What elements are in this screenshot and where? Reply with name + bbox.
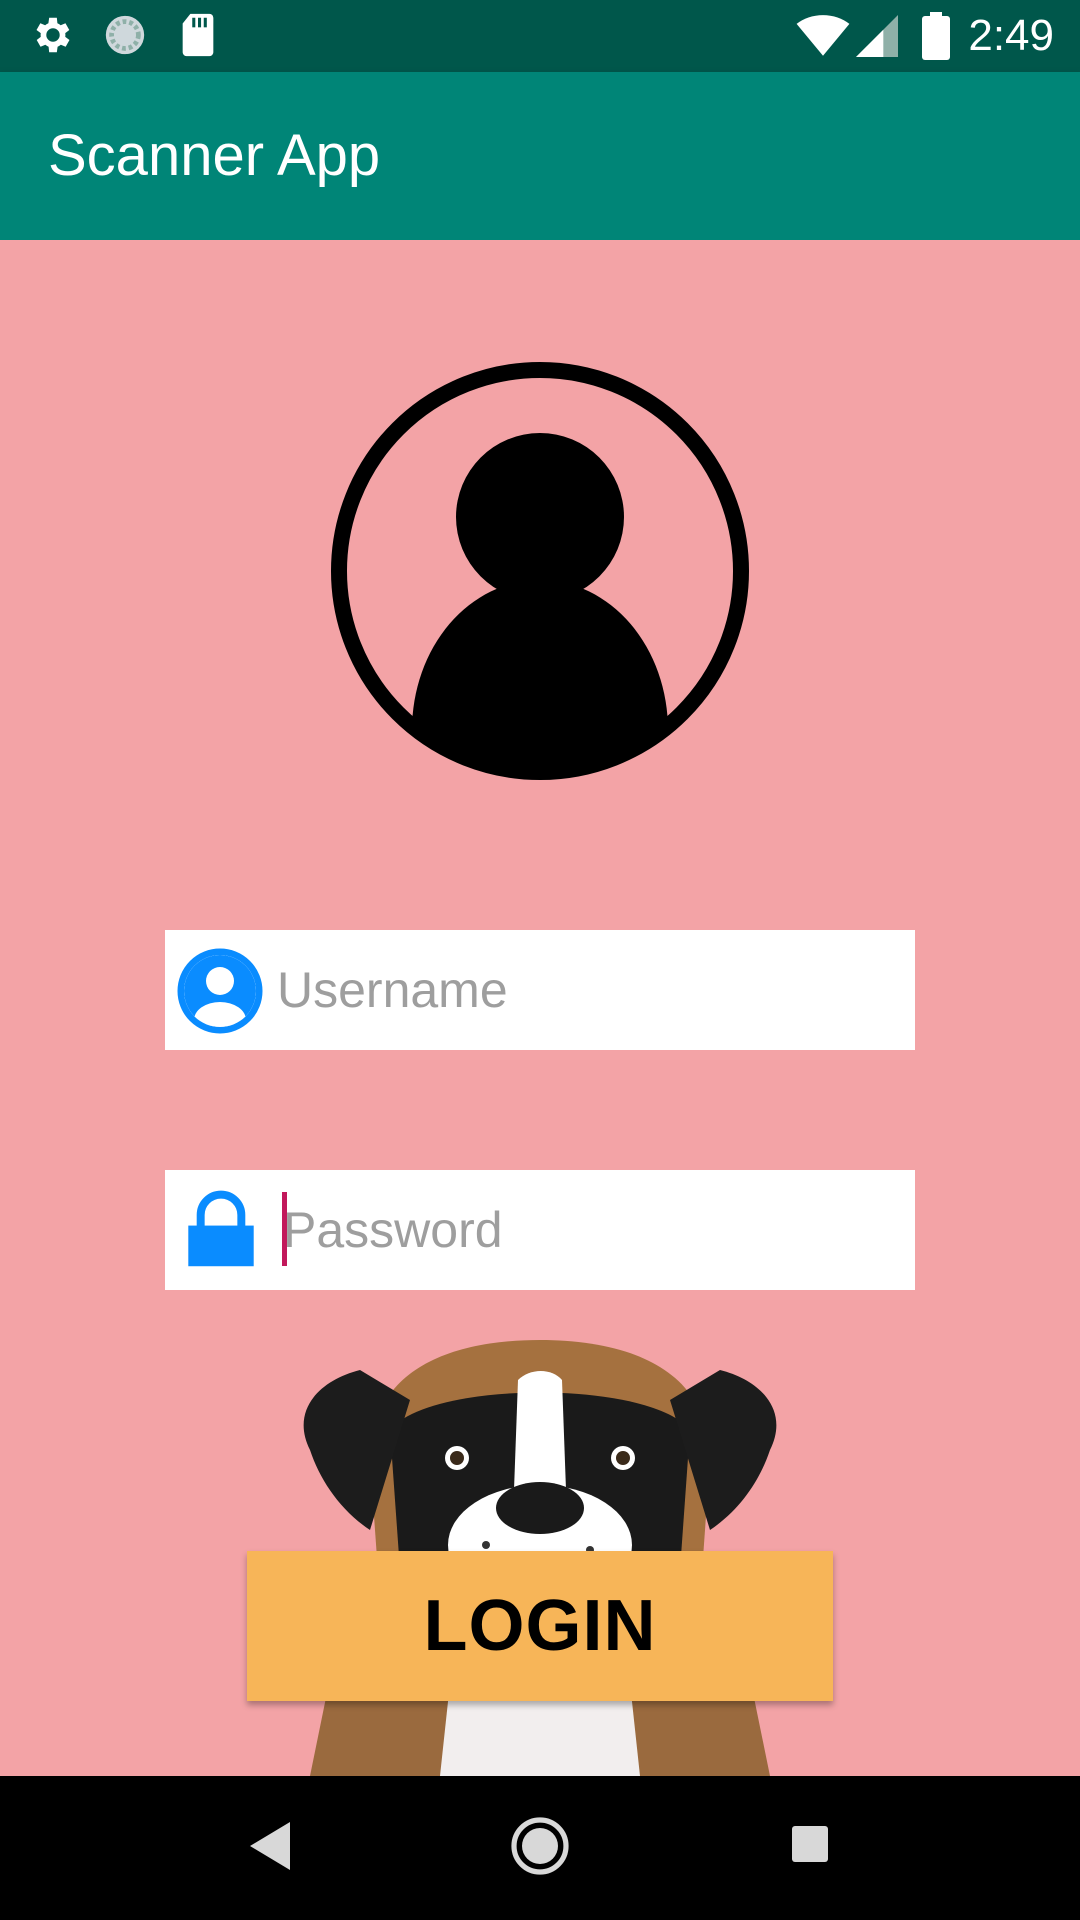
app-title: Scanner App [48, 123, 381, 188]
recents-icon[interactable] [790, 1824, 830, 1864]
user-profile-icon [331, 362, 749, 780]
app-bar: Scanner App [0, 72, 1080, 240]
username-placeholder: Username [277, 962, 508, 1018]
password-field[interactable]: Password [165, 1170, 915, 1290]
login-button[interactable]: LOGIN [247, 1551, 833, 1701]
battery-icon [922, 12, 950, 60]
status-time: 2:49 [968, 11, 1054, 60]
user-icon [177, 948, 263, 1034]
home-icon[interactable] [510, 1816, 570, 1876]
sd-card-icon [182, 13, 214, 57]
status-bar: 2:49 [0, 0, 1080, 72]
lock-icon [188, 1190, 254, 1267]
settings-icon [36, 17, 70, 53]
login-screen: Username Password LOGIN [0, 240, 1080, 1776]
password-placeholder: Password [283, 1202, 503, 1258]
back-icon[interactable] [246, 1820, 294, 1872]
navigation-bar [0, 1776, 1080, 1920]
sync-icon [105, 15, 145, 55]
username-field[interactable]: Username [165, 930, 915, 1050]
wifi-icon [796, 15, 850, 56]
cell-signal-icon [856, 15, 898, 57]
